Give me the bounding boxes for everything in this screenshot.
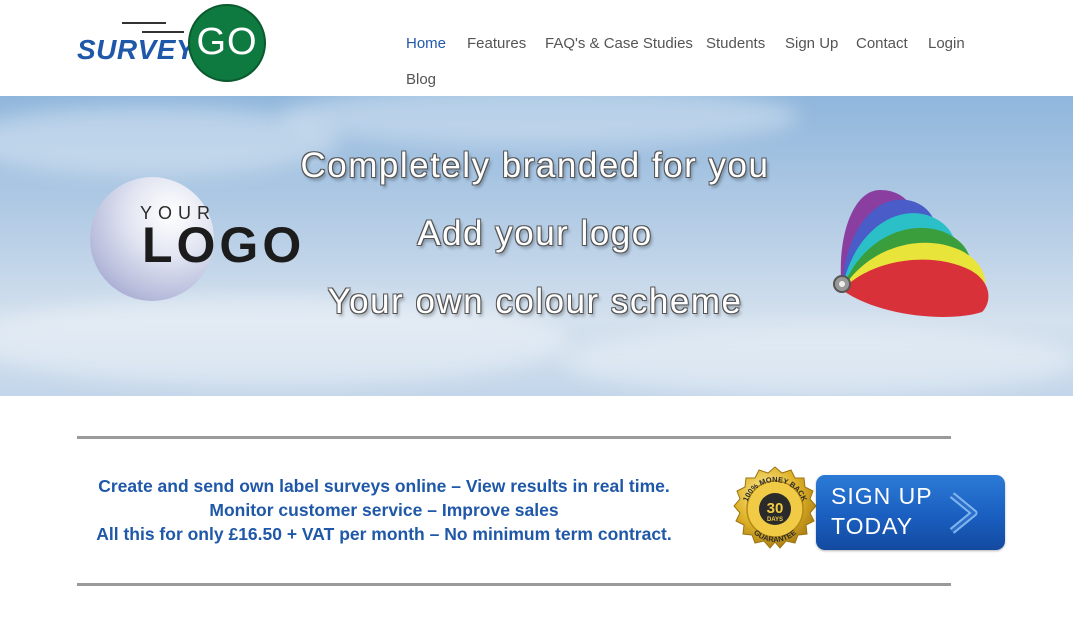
banner-headline-2: Add your logo bbox=[417, 214, 653, 253]
nav-students[interactable]: Students bbox=[696, 31, 775, 56]
cta-text-block: Create and send own label surveys online… bbox=[77, 474, 691, 546]
cta-line-1: Create and send own label surveys online… bbox=[98, 476, 670, 496]
site-header: SURVEY GO Home Features FAQ's & Case Stu… bbox=[0, 0, 1073, 96]
chevron-right-icon bbox=[949, 492, 978, 534]
nav-login[interactable]: Login bbox=[918, 31, 975, 56]
divider-bottom bbox=[77, 583, 951, 586]
sign-up-today-button[interactable]: SIGN UP TODAY bbox=[816, 475, 1005, 550]
nav-faqs-case-studies[interactable]: FAQ's & Case Studies bbox=[535, 31, 703, 56]
sign-up-button-line-2: TODAY bbox=[831, 513, 914, 539]
cloud bbox=[280, 96, 800, 146]
badge-unit: DAYS bbox=[767, 517, 783, 523]
nav-sign-up[interactable]: Sign Up bbox=[775, 31, 848, 56]
banner-headline-3: Your own colour scheme bbox=[327, 282, 743, 321]
logo-speed-line bbox=[122, 22, 166, 24]
surveygo-logo[interactable]: SURVEY GO bbox=[76, 4, 270, 86]
nav-contact[interactable]: Contact bbox=[846, 31, 918, 56]
banner-headline-1: Completely branded for you bbox=[300, 146, 770, 185]
nav-home[interactable]: Home bbox=[396, 31, 456, 56]
badge-number: 30 bbox=[767, 500, 784, 517]
nav-blog[interactable]: Blog bbox=[396, 67, 446, 92]
hero-banner: YOUR LOGO Completely branded for you Add… bbox=[0, 96, 1073, 396]
logo-speed-line bbox=[142, 31, 184, 33]
money-back-guarantee-badge: 100% MONEY BACK 30 DAYS GUARANTEE bbox=[733, 466, 817, 549]
divider-top bbox=[77, 436, 951, 439]
sign-up-button-line-1: SIGN UP bbox=[831, 483, 933, 509]
nav-features[interactable]: Features bbox=[457, 31, 536, 56]
cloud bbox=[560, 326, 1073, 396]
cta-line-3: All this for only £16.50 + VAT per month… bbox=[96, 524, 672, 544]
colour-swatch-fan-icon bbox=[833, 190, 989, 317]
logo-circle-text: GO bbox=[196, 21, 258, 63]
logo-word: SURVEY bbox=[77, 34, 196, 65]
cta-line-2: Monitor customer service – Improve sales bbox=[209, 500, 559, 520]
